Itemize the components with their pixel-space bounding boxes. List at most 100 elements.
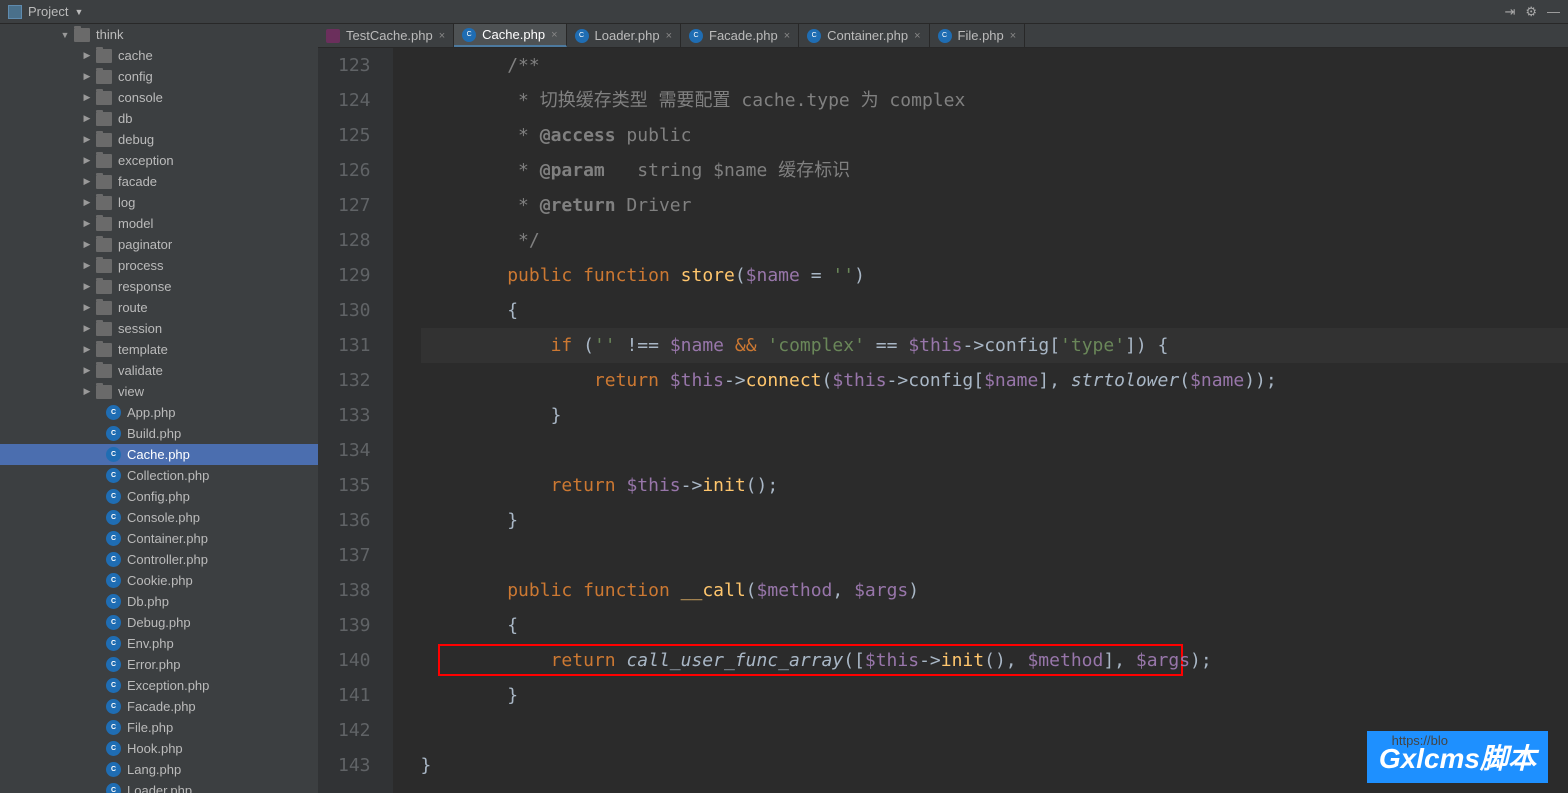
tree-folder-process[interactable]: process bbox=[0, 255, 318, 276]
code-line-127[interactable]: * @return Driver bbox=[421, 188, 1568, 223]
chevron-right-icon[interactable] bbox=[82, 176, 92, 187]
tab-Loader-php[interactable]: Loader.php× bbox=[567, 24, 682, 47]
tab-Container-php[interactable]: Container.php× bbox=[799, 24, 929, 47]
code-line-124[interactable]: * 切换缓存类型 需要配置 cache.type 为 complex bbox=[421, 83, 1568, 118]
tree-label: Lang.php bbox=[127, 762, 181, 777]
chevron-right-icon[interactable] bbox=[82, 134, 92, 145]
tree-folder-view[interactable]: view bbox=[0, 381, 318, 402]
tree-folder-exception[interactable]: exception bbox=[0, 150, 318, 171]
code-line-140[interactable]: return call_user_func_array([$this->init… bbox=[421, 643, 1568, 678]
chevron-down-icon[interactable] bbox=[60, 30, 70, 40]
code-line-132[interactable]: return $this->connect($this->config[$nam… bbox=[421, 363, 1568, 398]
chevron-right-icon[interactable] bbox=[82, 155, 92, 166]
chevron-right-icon[interactable] bbox=[82, 302, 92, 313]
chevron-right-icon[interactable] bbox=[82, 92, 92, 103]
tree-file-Lang-php[interactable]: Lang.php bbox=[0, 759, 318, 780]
code-line-135[interactable]: return $this->init(); bbox=[421, 468, 1568, 503]
tree-file-Controller-php[interactable]: Controller.php bbox=[0, 549, 318, 570]
gear-icon[interactable]: ⚙ bbox=[1525, 4, 1537, 20]
chevron-right-icon[interactable] bbox=[82, 365, 92, 376]
chevron-right-icon[interactable] bbox=[82, 71, 92, 82]
tree-folder-session[interactable]: session bbox=[0, 318, 318, 339]
close-icon[interactable]: × bbox=[666, 30, 672, 42]
code-line-141[interactable]: } bbox=[421, 678, 1568, 713]
close-icon[interactable]: × bbox=[784, 30, 790, 42]
tree-file-Collection-php[interactable]: Collection.php bbox=[0, 465, 318, 486]
project-label: Project bbox=[28, 4, 68, 19]
code-line-136[interactable]: } bbox=[421, 503, 1568, 538]
tree-file-Error-php[interactable]: Error.php bbox=[0, 654, 318, 675]
tree-file-Hook-php[interactable]: Hook.php bbox=[0, 738, 318, 759]
tree-folder-config[interactable]: config bbox=[0, 66, 318, 87]
code-line-139[interactable]: { bbox=[421, 608, 1568, 643]
close-icon[interactable]: × bbox=[1010, 30, 1016, 42]
code-content[interactable]: /** * 切换缓存类型 需要配置 cache.type 为 complex *… bbox=[393, 48, 1568, 793]
chevron-right-icon[interactable] bbox=[82, 386, 92, 397]
tree-file-Facade-php[interactable]: Facade.php bbox=[0, 696, 318, 717]
tree-file-App-php[interactable]: App.php bbox=[0, 402, 318, 423]
code-line-129[interactable]: public function store($name = '') bbox=[421, 258, 1568, 293]
tree-folder-console[interactable]: console bbox=[0, 87, 318, 108]
tree-file-Exception-php[interactable]: Exception.php bbox=[0, 675, 318, 696]
tree-file-Container-php[interactable]: Container.php bbox=[0, 528, 318, 549]
code-line-125[interactable]: * @access public bbox=[421, 118, 1568, 153]
chevron-right-icon[interactable] bbox=[82, 323, 92, 334]
code-line-130[interactable]: { bbox=[421, 293, 1568, 328]
tree-folder-debug[interactable]: debug bbox=[0, 129, 318, 150]
tree-file-Debug-php[interactable]: Debug.php bbox=[0, 612, 318, 633]
close-icon[interactable]: × bbox=[439, 30, 445, 42]
chevron-right-icon[interactable] bbox=[82, 197, 92, 208]
close-icon[interactable]: × bbox=[914, 30, 920, 42]
toolbar-action-icons: ⇥ ⚙ — bbox=[1504, 4, 1568, 20]
tree-file-Config-php[interactable]: Config.php bbox=[0, 486, 318, 507]
tree-folder-facade[interactable]: facade bbox=[0, 171, 318, 192]
tab-File-php[interactable]: File.php× bbox=[930, 24, 1026, 47]
chevron-right-icon[interactable] bbox=[82, 281, 92, 292]
chevron-right-icon[interactable] bbox=[82, 344, 92, 355]
tree-folder-log[interactable]: log bbox=[0, 192, 318, 213]
chevron-right-icon[interactable] bbox=[82, 260, 92, 271]
chevron-right-icon[interactable] bbox=[82, 50, 92, 61]
collapse-icon[interactable]: ⇥ bbox=[1504, 4, 1515, 20]
tree-folder-template[interactable]: template bbox=[0, 339, 318, 360]
tree-folder-model[interactable]: model bbox=[0, 213, 318, 234]
code-line-126[interactable]: * @param string $name 缓存标识 bbox=[421, 153, 1568, 188]
chevron-right-icon[interactable] bbox=[82, 218, 92, 229]
tree-file-Loader-php[interactable]: Loader.php bbox=[0, 780, 318, 793]
tab-TestCache-php[interactable]: TestCache.php × bbox=[318, 24, 454, 47]
code-line-138[interactable]: public function __call($method, $args) bbox=[421, 573, 1568, 608]
minimize-icon[interactable]: — bbox=[1547, 4, 1560, 20]
tree-file-Db-php[interactable]: Db.php bbox=[0, 591, 318, 612]
code-line-133[interactable]: } bbox=[421, 398, 1568, 433]
chevron-right-icon[interactable] bbox=[82, 113, 92, 124]
code-line-137[interactable] bbox=[421, 538, 1568, 573]
project-tree-sidebar[interactable]: think cacheconfigconsoledbdebugexception… bbox=[0, 24, 318, 793]
tree-folder-validate[interactable]: validate bbox=[0, 360, 318, 381]
tab-Cache-php[interactable]: Cache.php× bbox=[454, 24, 566, 47]
chevron-right-icon[interactable] bbox=[82, 239, 92, 250]
tree-file-Env-php[interactable]: Env.php bbox=[0, 633, 318, 654]
tree-folder-db[interactable]: db bbox=[0, 108, 318, 129]
tab-Facade-php[interactable]: Facade.php× bbox=[681, 24, 799, 47]
code-line-128[interactable]: */ bbox=[421, 223, 1568, 258]
tree-folder-route[interactable]: route bbox=[0, 297, 318, 318]
tree-folder-cache[interactable]: cache bbox=[0, 45, 318, 66]
tree-file-Console-php[interactable]: Console.php bbox=[0, 507, 318, 528]
tree-root-think[interactable]: think bbox=[0, 24, 318, 45]
code-editor[interactable]: 1231241251261271281291301311321331341351… bbox=[318, 48, 1568, 793]
line-number: 136 bbox=[338, 503, 371, 538]
tree-file-Cookie-php[interactable]: Cookie.php bbox=[0, 570, 318, 591]
close-icon[interactable]: × bbox=[551, 29, 557, 41]
code-line-131[interactable]: if ('' !== $name && 'complex' == $this->… bbox=[421, 328, 1568, 363]
tree-file-Cache-php[interactable]: Cache.php bbox=[0, 444, 318, 465]
tree-folder-response[interactable]: response bbox=[0, 276, 318, 297]
php-class-icon bbox=[106, 447, 121, 462]
code-line-123[interactable]: /** bbox=[421, 48, 1568, 83]
tree-file-Build-php[interactable]: Build.php bbox=[0, 423, 318, 444]
project-dropdown[interactable]: Project ▼ bbox=[0, 4, 91, 19]
tree-file-File-php[interactable]: File.php bbox=[0, 717, 318, 738]
php-class-icon bbox=[462, 28, 476, 42]
code-line-134[interactable] bbox=[421, 433, 1568, 468]
tab-label: TestCache.php bbox=[346, 28, 433, 43]
tree-folder-paginator[interactable]: paginator bbox=[0, 234, 318, 255]
